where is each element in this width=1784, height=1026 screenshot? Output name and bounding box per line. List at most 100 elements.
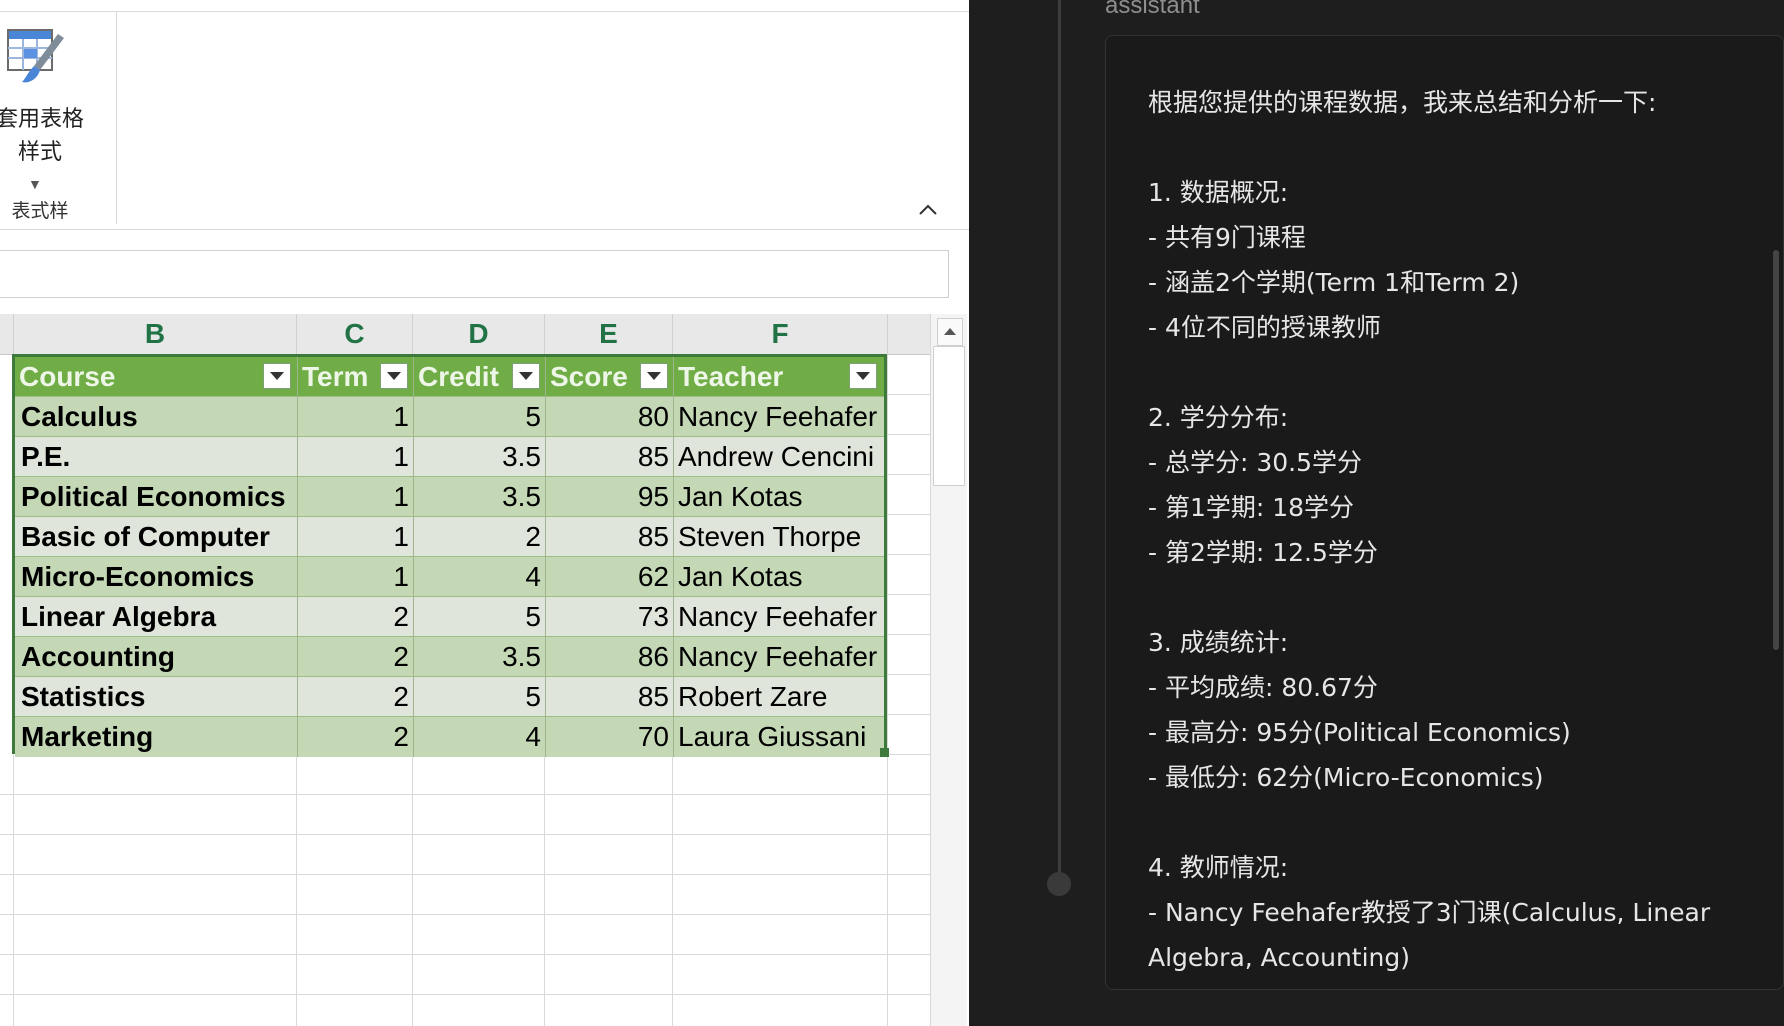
cell-credit[interactable]: 4 [414,717,545,756]
scroll-thumb[interactable] [933,346,965,486]
grid-line [0,874,930,875]
grid-line [887,474,930,475]
cell-term[interactable]: 2 [298,677,413,716]
cell-term[interactable]: 1 [298,557,413,596]
table-row: Calculus 1 5 80 Nancy Feehafer [15,397,884,437]
cell-term[interactable]: 1 [298,517,413,556]
grid-line [887,554,930,555]
table-style-icon [7,29,64,83]
message-line: - 第2学期: 12.5学分 [1148,538,1378,567]
formula-bar[interactable] [0,250,949,298]
cell-teacher[interactable]: Jan Kotas [674,477,884,516]
cell-credit[interactable]: 3.5 [414,637,545,676]
message-line: - 最高分: 95分(Political Economics) [1148,718,1571,747]
column-header-a[interactable] [0,314,14,355]
header-score[interactable]: Score [546,357,638,396]
message-line: - Jan Kotas教授了2门课(Political Economics, [1148,980,1748,989]
message-line: 根据您提供的课程数据，我来总结和分析一下: [1148,88,1657,117]
filter-dropdown-icon[interactable] [849,363,877,389]
cell-score[interactable]: 85 [546,677,673,716]
cell-course[interactable]: Accounting [15,637,297,676]
message-line: - 平均成绩: 80.67分 [1148,673,1378,702]
filter-dropdown-icon[interactable] [263,363,291,389]
column-header-b[interactable]: B [14,314,297,355]
cell-credit[interactable]: 3.5 [414,477,545,516]
filter-dropdown-icon[interactable] [380,363,408,389]
data-table: Course Term Credit Score Teacher Calculu… [12,354,887,757]
spreadsheet-window: 套用表格 样式 ▼ 表式样 B C D E F Course Term Cred… [0,0,969,1026]
cell-course[interactable]: Statistics [15,677,297,716]
cell-course[interactable]: Micro-Economics [15,557,297,596]
timeline-dot [1047,872,1071,896]
grid-line [0,794,930,795]
ribbon-group-separator [116,12,117,224]
cell-teacher[interactable]: Andrew Cencini [674,437,884,476]
cell-course[interactable]: Basic of Computer [15,517,297,556]
column-header-c[interactable]: C [297,314,413,355]
ribbon-group-label: 表式样 [11,201,69,222]
cell-teacher[interactable]: Laura Giussani [674,717,884,756]
cell-score[interactable]: 62 [546,557,673,596]
cell-course[interactable]: P.E. [15,437,297,476]
cell-credit[interactable]: 4 [414,557,545,596]
cell-teacher[interactable]: Nancy Feehafer [674,397,884,436]
header-course[interactable]: Course [15,357,255,396]
scroll-up-icon[interactable] [937,318,963,346]
grid-line [887,674,930,675]
table-resize-handle[interactable] [880,748,889,757]
cell-term[interactable]: 1 [298,397,413,436]
cell-teacher[interactable]: Robert Zare [674,677,884,716]
vertical-scrollbar[interactable] [930,314,967,1026]
table-row: Linear Algebra 2 5 73 Nancy Feehafer [15,597,884,637]
grid-line [887,514,930,515]
cell-score[interactable]: 80 [546,397,673,436]
app-root: 套用表格 样式 ▼ 表式样 B C D E F Course Term Cred… [0,0,1784,1026]
table-row: Micro-Economics 1 4 62 Jan Kotas [15,557,884,597]
cell-score[interactable]: 85 [546,437,673,476]
filter-dropdown-icon[interactable] [640,363,668,389]
cell-course[interactable]: Marketing [15,717,297,756]
cell-score[interactable]: 95 [546,477,673,516]
header-credit[interactable]: Credit [414,357,510,396]
cell-credit[interactable]: 3.5 [414,437,545,476]
column-header-f[interactable]: F [673,314,888,355]
table-row: Political Economics 1 3.5 95 Jan Kotas [15,477,884,517]
cell-credit[interactable]: 5 [414,397,545,436]
message-line: - 总学分: 30.5学分 [1148,448,1363,477]
cell-score[interactable]: 85 [546,517,673,556]
cell-teacher[interactable]: Nancy Feehafer [674,597,884,636]
cell-teacher[interactable]: Jan Kotas [674,557,884,596]
cell-term[interactable]: 1 [298,477,413,516]
cell-term[interactable]: 2 [298,597,413,636]
format-as-table-button[interactable]: 套用表格 样式 ▼ [0,24,90,194]
message-role-label: assistant [1105,0,1200,19]
cell-teacher[interactable]: Steven Thorpe [674,517,884,556]
cell-course[interactable]: Calculus [15,397,297,436]
column-header-g[interactable] [888,314,931,355]
cell-term[interactable]: 1 [298,437,413,476]
chat-scrollbar[interactable] [1773,250,1779,650]
header-term[interactable]: Term [298,357,378,396]
column-header-d[interactable]: D [413,314,545,355]
cell-credit[interactable]: 2 [414,517,545,556]
chevron-up-icon[interactable] [916,198,940,222]
cell-credit[interactable]: 5 [414,597,545,636]
column-header-e[interactable]: E [545,314,673,355]
cell-teacher[interactable]: Nancy Feehafer [674,637,884,676]
table-row: Accounting 2 3.5 86 Nancy Feehafer [15,637,884,677]
cell-term[interactable]: 2 [298,637,413,676]
cell-credit[interactable]: 5 [414,677,545,716]
cell-score[interactable]: 86 [546,637,673,676]
cell-course[interactable]: Linear Algebra [15,597,297,636]
cell-score[interactable]: 73 [546,597,673,636]
cell-course[interactable]: Political Economics [15,477,297,516]
filter-dropdown-icon[interactable] [512,363,540,389]
header-teacher[interactable]: Teacher [674,357,834,396]
cell-term[interactable]: 2 [298,717,413,756]
grid-line [887,714,930,715]
cell-score[interactable]: 70 [546,717,673,756]
message-line: 2. 学分分布: [1148,403,1289,432]
message-line: - 共有9门课程 [1148,223,1306,252]
